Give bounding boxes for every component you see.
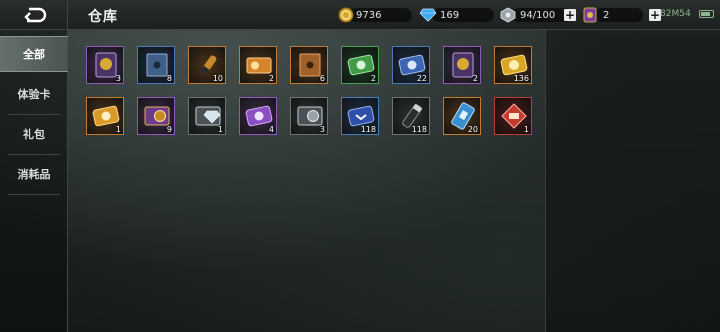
item-quantity: 118 — [411, 125, 427, 134]
tickets-display: 2 + — [583, 6, 661, 24]
inventory-slot[interactable]: 1 — [86, 97, 124, 135]
ticket-icon — [583, 7, 597, 23]
coins-display: 9736 — [338, 6, 412, 24]
item-quantity: 4 — [268, 125, 274, 134]
item-quantity: 6 — [319, 74, 325, 83]
stamina-value: 94/100 — [512, 8, 572, 22]
back-arrow-icon — [23, 7, 46, 23]
item-quantity: 10 — [212, 74, 223, 83]
sidebar-divider — [8, 154, 60, 155]
network-status: 82M54 — [660, 9, 691, 19]
item-quantity: 1 — [115, 125, 121, 134]
item-quantity: 1 — [523, 125, 529, 134]
add-stamina-button[interactable]: + — [564, 9, 576, 21]
inventory-slot[interactable]: 9 — [137, 97, 175, 135]
tickets-value: 2 — [595, 8, 643, 22]
inventory-slot[interactable]: 3 — [290, 97, 328, 135]
inventory-grid: 3 8 10 2 6 2 22 2 136 1 9 1 4 3 118 118 … — [68, 30, 546, 332]
inventory-slot[interactable]: 1 — [188, 97, 226, 135]
inventory-slot[interactable]: 10 — [188, 46, 226, 84]
tab-gift-packs[interactable]: 礼包 — [0, 116, 68, 152]
item-quantity: 118 — [360, 125, 376, 134]
tab-all[interactable]: 全部 — [0, 36, 68, 72]
inventory-slot[interactable]: 2 — [341, 46, 379, 84]
item-quantity: 3 — [319, 125, 325, 134]
diamonds-display: 169 — [420, 6, 494, 24]
tab-consumables[interactable]: 消耗品 — [0, 156, 68, 192]
item-quantity: 2 — [370, 74, 376, 83]
stamina-icon — [500, 7, 516, 23]
item-quantity: 9 — [166, 125, 172, 134]
stamina-display: 94/100 + — [500, 6, 576, 24]
tab-trial-cards[interactable]: 体验卡 — [0, 76, 68, 112]
diamond-icon — [420, 8, 436, 22]
item-quantity: 2 — [268, 74, 274, 83]
inventory-slot[interactable]: 20 — [443, 97, 481, 135]
diamonds-value: 169 — [432, 8, 494, 22]
item-quantity: 20 — [467, 125, 478, 134]
item-quantity: 136 — [513, 74, 529, 83]
item-quantity: 2 — [472, 74, 478, 83]
item-quantity: 8 — [166, 74, 172, 83]
sidebar-divider — [8, 194, 60, 195]
inventory-slot[interactable]: 8 — [137, 46, 175, 84]
inventory-slot[interactable]: 2 — [239, 46, 277, 84]
inventory-slot[interactable]: 4 — [239, 97, 277, 135]
inventory-slot[interactable]: 1 — [494, 97, 532, 135]
inventory-slot[interactable]: 118 — [341, 97, 379, 135]
inventory-slot[interactable]: 6 — [290, 46, 328, 84]
coin-icon — [338, 7, 354, 23]
item-quantity: 22 — [416, 74, 427, 83]
page-title: 仓库 — [88, 9, 118, 25]
top-bar: 仓库 9736 169 94/100 + 2 + 82M54 — [0, 0, 720, 30]
item-detail-panel — [546, 30, 720, 332]
inventory-slot[interactable]: 2 — [443, 46, 481, 84]
item-quantity: 3 — [115, 74, 121, 83]
coins-value: 9736 — [348, 8, 412, 22]
item-quantity: 1 — [217, 125, 223, 134]
sidebar-divider — [8, 114, 60, 115]
inventory-slot[interactable]: 118 — [392, 97, 430, 135]
back-button[interactable] — [0, 0, 68, 30]
battery-icon — [699, 10, 714, 18]
inventory-slot[interactable]: 22 — [392, 46, 430, 84]
inventory-slot[interactable]: 136 — [494, 46, 532, 84]
inventory-slot[interactable]: 3 — [86, 46, 124, 84]
category-sidebar: 全部 体验卡 礼包 消耗品 — [0, 30, 68, 332]
